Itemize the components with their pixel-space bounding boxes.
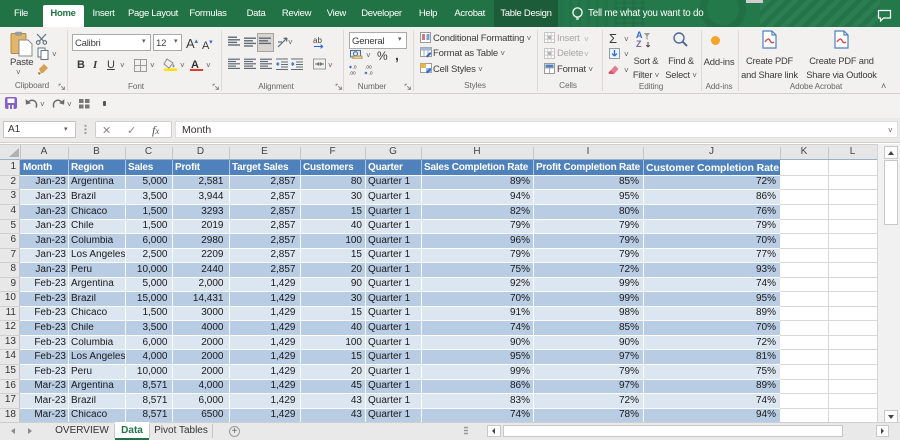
svg-text:.0: .0 [353,65,357,71]
svg-text:ab: ab [313,36,322,45]
svg-text:.00: .00 [365,65,372,71]
svg-text:Z: Z [636,39,642,49]
svg-text:.00: .00 [349,71,356,76]
svg-text:.0: .0 [369,71,373,76]
